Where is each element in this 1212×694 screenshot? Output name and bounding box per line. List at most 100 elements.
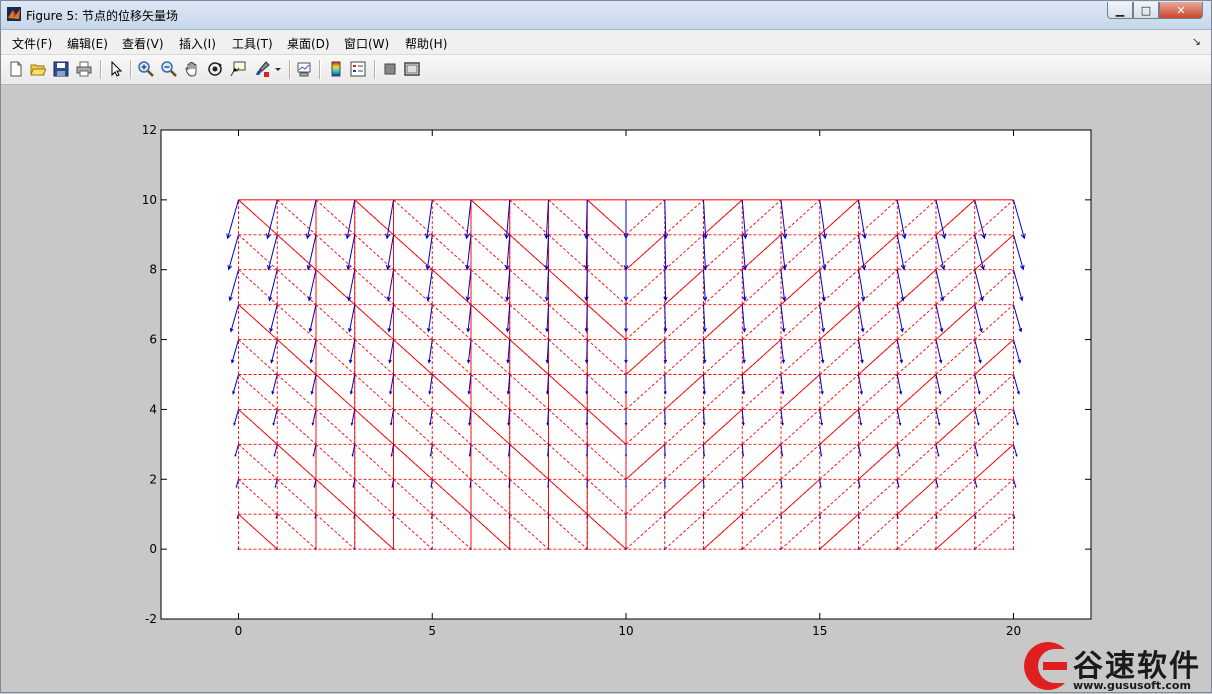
close-icon: ✕ bbox=[1176, 3, 1186, 17]
save-icon bbox=[53, 61, 69, 77]
vector-arrow bbox=[431, 548, 434, 551]
x-tick-label: 5 bbox=[428, 624, 436, 638]
y-tick-label: 4 bbox=[149, 402, 157, 416]
window-controls: ▁ □ ✕ bbox=[1107, 2, 1203, 20]
vector-arrow bbox=[702, 548, 705, 551]
vector-arrow bbox=[702, 514, 705, 520]
toolbar-separator bbox=[289, 60, 291, 79]
save-button[interactable] bbox=[52, 60, 70, 78]
figure-window: Figure 5: 节点的位移矢量场 ▁ □ ✕ 文件(F) 编辑(E) 查看(… bbox=[0, 0, 1212, 693]
open-file-icon bbox=[30, 64, 46, 76]
toolbar bbox=[1, 55, 1211, 85]
vector-arrow bbox=[392, 548, 395, 551]
y-tick-label: 10 bbox=[142, 193, 157, 207]
figure-canvas[interactable]: 0 5 10 15 20 -2 0 2 4 6 8 10 12 bbox=[4, 85, 1208, 691]
watermark: 谷速软件 www.gususoft.com bbox=[1015, 637, 1212, 694]
legend-icon bbox=[350, 61, 366, 77]
chevron-down-icon bbox=[275, 68, 281, 71]
brush-dropdown[interactable] bbox=[273, 60, 283, 78]
vector-arrow bbox=[663, 514, 666, 520]
vector-arrow bbox=[586, 479, 588, 489]
new-figure-button[interactable] bbox=[7, 60, 25, 78]
maximize-button[interactable]: □ bbox=[1133, 2, 1159, 19]
open-file-button[interactable] bbox=[29, 60, 47, 78]
show-plot-tools-button[interactable] bbox=[403, 60, 421, 78]
vector-arrow bbox=[624, 548, 628, 551]
toolbar-separator bbox=[319, 60, 321, 79]
maximize-icon: □ bbox=[1140, 3, 1152, 17]
colorbar-button[interactable] bbox=[327, 60, 345, 78]
y-tick-label: 2 bbox=[149, 472, 157, 486]
y-tick-label: 0 bbox=[149, 542, 157, 556]
pan-hand-icon bbox=[185, 62, 197, 77]
gususoft-logo-icon bbox=[1024, 642, 1067, 690]
rotate-3d-icon bbox=[208, 62, 222, 76]
vector-arrow bbox=[818, 548, 821, 551]
link-plot-icon bbox=[297, 62, 311, 77]
vector-arrow bbox=[663, 548, 666, 551]
data-cursor-button[interactable] bbox=[229, 60, 247, 78]
x-tick-label: 0 bbox=[235, 624, 243, 638]
print-icon bbox=[76, 61, 92, 77]
hide-plot-tools-icon bbox=[384, 63, 396, 75]
close-button[interactable]: ✕ bbox=[1159, 2, 1203, 19]
menu-insert[interactable]: 插入(I) bbox=[179, 35, 216, 52]
vector-arrow bbox=[237, 548, 240, 551]
print-button[interactable] bbox=[75, 60, 93, 78]
zoom-out-icon bbox=[161, 61, 177, 77]
zoom-out-button[interactable] bbox=[160, 60, 178, 78]
rotate-3d-button[interactable] bbox=[206, 60, 224, 78]
vector-arrow bbox=[664, 479, 666, 489]
vector-arrow bbox=[469, 548, 473, 551]
vector-arrow bbox=[857, 548, 860, 551]
minimize-button[interactable]: ▁ bbox=[1107, 2, 1133, 19]
menu-window[interactable]: 窗口(W) bbox=[344, 35, 389, 52]
toolbar-separator bbox=[374, 60, 376, 79]
pan-button[interactable] bbox=[183, 60, 201, 78]
menu-desktop[interactable]: 桌面(D) bbox=[287, 35, 330, 52]
vector-arrow bbox=[276, 548, 279, 551]
x-tick-label: 10 bbox=[618, 624, 633, 638]
menu-help[interactable]: 帮助(H) bbox=[405, 35, 447, 52]
x-tick-label: 15 bbox=[812, 624, 827, 638]
x-tick-label: 20 bbox=[1006, 624, 1021, 638]
colorbar-icon bbox=[331, 61, 341, 77]
menu-overflow-icon[interactable]: ↘ bbox=[1192, 35, 1201, 48]
toolbar-separator bbox=[100, 60, 102, 79]
watermark-url: www.gususoft.com bbox=[1073, 679, 1191, 692]
vector-arrow bbox=[741, 548, 744, 551]
link-plot-button[interactable] bbox=[295, 60, 313, 78]
vector-arrow bbox=[779, 548, 783, 551]
hide-plot-tools-button[interactable] bbox=[381, 60, 399, 78]
vector-arrow bbox=[586, 514, 589, 520]
window-title: Figure 5: 节点的位移矢量场 bbox=[26, 9, 178, 23]
vector-arrow bbox=[314, 548, 318, 551]
new-figure-icon bbox=[10, 61, 22, 77]
menu-file[interactable]: 文件(F) bbox=[12, 35, 52, 52]
title-bar[interactable]: Figure 5: 节点的位移矢量场 ▁ □ ✕ bbox=[1, 1, 1211, 30]
brush-icon bbox=[256, 61, 270, 77]
toolbar-separator bbox=[130, 60, 132, 79]
vector-arrow bbox=[625, 479, 627, 489]
show-plot-tools-icon bbox=[404, 62, 420, 76]
y-tick-label: -2 bbox=[145, 612, 157, 626]
zoom-in-icon bbox=[138, 61, 154, 77]
y-tick-label: 12 bbox=[142, 123, 157, 137]
zoom-in-button[interactable] bbox=[137, 60, 155, 78]
vector-arrow bbox=[624, 444, 628, 458]
vector-arrow bbox=[586, 548, 589, 551]
legend-button[interactable] bbox=[349, 60, 367, 78]
vector-arrow bbox=[508, 548, 511, 551]
vector-arrow bbox=[547, 514, 550, 520]
menu-bar: 文件(F) 编辑(E) 查看(V) 插入(I) 工具(T) 桌面(D) 窗口(W… bbox=[1, 30, 1211, 55]
vector-arrow bbox=[973, 548, 976, 551]
menu-edit[interactable]: 编辑(E) bbox=[67, 35, 108, 52]
brush-button[interactable] bbox=[253, 60, 271, 78]
edit-plot-button[interactable] bbox=[107, 60, 125, 78]
menu-tools[interactable]: 工具(T) bbox=[232, 35, 273, 52]
menu-view[interactable]: 查看(V) bbox=[122, 35, 164, 52]
y-tick-label: 8 bbox=[149, 263, 157, 277]
quiver-plot[interactable]: 0 5 10 15 20 -2 0 2 4 6 8 10 12 bbox=[4, 85, 1208, 691]
vector-arrow bbox=[547, 548, 550, 551]
minimize-icon: ▁ bbox=[1115, 3, 1125, 17]
